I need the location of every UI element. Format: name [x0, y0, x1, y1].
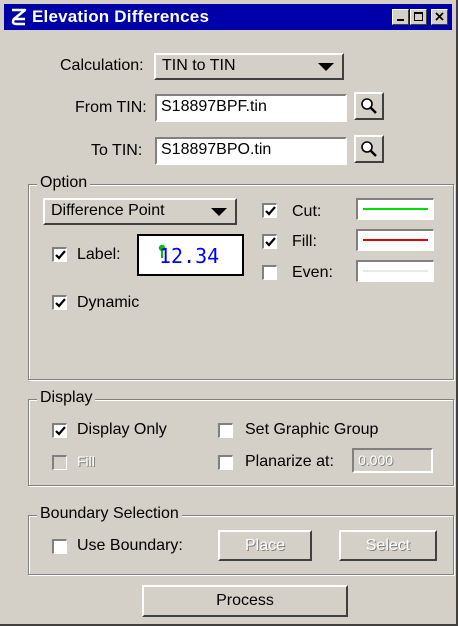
cut-label: Cut: [292, 203, 322, 220]
app-logo-icon [11, 8, 27, 26]
to-tin-field[interactable]: S18897BPO.tin [155, 137, 347, 165]
close-button[interactable] [431, 9, 448, 25]
planarize-label: Planarize at: [245, 453, 334, 470]
select-button-label: Select [365, 537, 411, 554]
magnifier-icon [361, 141, 377, 157]
maximize-button[interactable] [410, 9, 427, 25]
calculation-label: Calculation: [60, 57, 144, 74]
dynamic-checkbox[interactable] [52, 295, 67, 310]
title-bar[interactable]: Elevation Differences [4, 4, 452, 30]
option-mode-value: Difference Point [51, 202, 165, 219]
even-label: Even: [292, 264, 333, 281]
even-checkbox[interactable] [262, 265, 277, 280]
label-checkbox[interactable] [52, 247, 67, 262]
planarize-checkbox[interactable] [218, 455, 233, 470]
cut-color-line [363, 208, 428, 210]
checkmark-icon [55, 250, 66, 260]
option-legend: Option [37, 174, 91, 192]
maximize-icon [414, 12, 423, 21]
use-boundary-label: Use Boundary: [77, 537, 183, 554]
from-tin-label: From TIN: [75, 99, 147, 116]
label-checkbox-label: Label: [77, 246, 121, 263]
display-legend: Display [37, 389, 96, 407]
place-button[interactable]: Place [218, 530, 312, 561]
from-tin-browse-button[interactable] [354, 92, 384, 120]
from-tin-field[interactable]: S18897BPF.tin [155, 94, 347, 122]
checkmark-icon [265, 206, 276, 216]
minimize-button[interactable] [392, 9, 409, 25]
display-only-checkbox[interactable] [52, 423, 67, 438]
boundary-selection-legend: Boundary Selection [37, 505, 182, 523]
elevation-differences-window: Elevation Differences Calculation: TIN t… [0, 0, 458, 626]
dynamic-label: Dynamic [77, 294, 140, 311]
process-button[interactable]: Process [142, 585, 348, 617]
from-tin-value: S18897BPF.tin [161, 98, 267, 115]
magnifier-icon [361, 98, 377, 114]
checkmark-icon [265, 237, 276, 247]
fill-checkbox[interactable] [262, 234, 277, 249]
cut-color-swatch[interactable] [356, 198, 434, 220]
display-only-label: Display Only [77, 421, 167, 438]
even-color-swatch[interactable] [356, 260, 434, 282]
calculation-dropdown[interactable]: TIN to TIN [154, 53, 344, 80]
label-preview: 12.34 [137, 234, 244, 276]
checkmark-icon [55, 298, 66, 308]
minimize-icon [397, 19, 404, 21]
option-mode-dropdown[interactable]: Difference Point [43, 198, 237, 225]
even-color-line [363, 270, 428, 272]
set-graphic-group-checkbox[interactable] [218, 423, 233, 438]
planarize-value: 0.000 [358, 452, 394, 468]
fill-color-swatch[interactable] [356, 229, 434, 251]
to-tin-label: To TIN: [91, 142, 143, 159]
display-fill-label: Fill [77, 453, 95, 469]
display-fill-checkbox[interactable] [52, 455, 67, 470]
close-icon [435, 12, 444, 21]
to-tin-value: S18897BPO.tin [161, 141, 272, 158]
select-button[interactable]: Select [339, 530, 437, 561]
calculation-value: TIN to TIN [162, 57, 236, 74]
process-button-label: Process [216, 592, 274, 609]
to-tin-browse-button[interactable] [354, 135, 384, 163]
place-button-label: Place [244, 537, 286, 554]
planarize-value-field[interactable]: 0.000 [352, 448, 433, 473]
fill-label: Fill: [292, 233, 317, 250]
window-title: Elevation Differences [32, 7, 210, 26]
fill-color-line [363, 239, 428, 241]
chevron-down-icon [211, 208, 227, 216]
set-graphic-group-label: Set Graphic Group [245, 421, 379, 438]
checkmark-icon [55, 426, 66, 436]
cut-checkbox[interactable] [262, 203, 277, 218]
label-preview-text: 12.34 [159, 244, 220, 268]
chevron-down-icon [318, 63, 334, 71]
use-boundary-checkbox[interactable] [52, 539, 67, 554]
